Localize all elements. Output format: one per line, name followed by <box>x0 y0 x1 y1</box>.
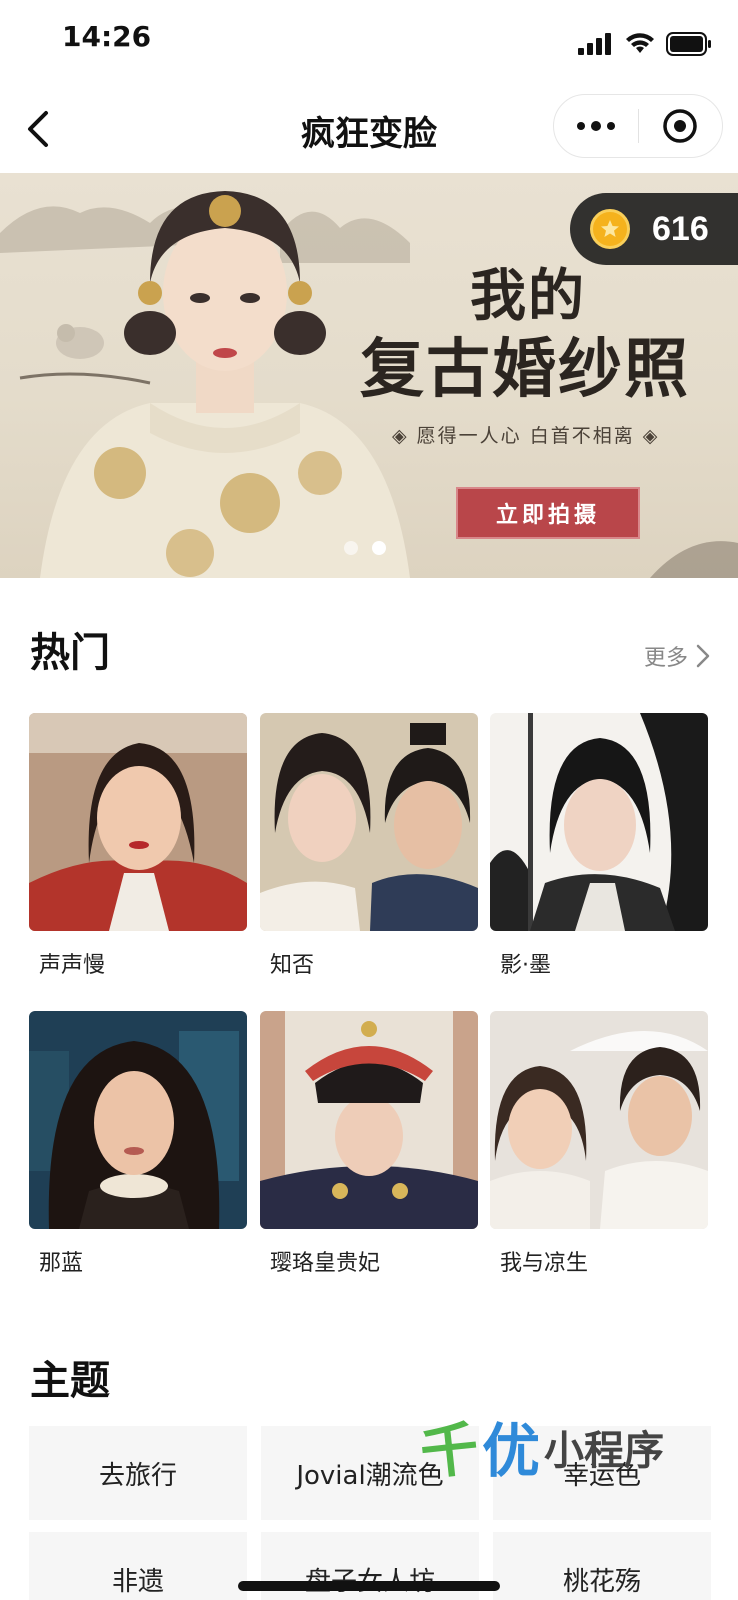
card-label: 知否 <box>270 953 315 978</box>
hot-section-title: 热门 <box>30 630 110 676</box>
theme-item[interactable]: 去旅行 <box>29 1426 247 1520</box>
hot-card[interactable]: 知否 <box>260 713 478 979</box>
hot-card[interactable]: 影·墨 <box>490 713 708 979</box>
coin-count: 616 <box>652 209 709 248</box>
card-label: 璎珞皇贵妃 <box>270 1251 381 1276</box>
wifi-icon <box>626 33 654 53</box>
carousel-dot-active[interactable] <box>372 541 386 555</box>
card-thumbnail <box>490 713 708 931</box>
card-thumbnail <box>260 1011 478 1229</box>
status-icons <box>578 30 712 58</box>
banner-title: 我的 复古婚纱照 <box>360 259 720 407</box>
card-thumbnail <box>29 1011 247 1229</box>
card-thumbnail <box>490 1011 708 1229</box>
hot-card[interactable]: 声声慢 <box>29 713 247 979</box>
promo-banner[interactable]: 我的 复古婚纱照 ◈ 愿得一人心 白首不相离 ◈ 立即拍摄 616 <box>0 173 738 578</box>
card-label: 声声慢 <box>39 953 106 978</box>
card-thumbnail <box>260 713 478 931</box>
coin-balance-badge[interactable]: 616 <box>570 193 738 265</box>
chevron-right-icon <box>696 644 710 668</box>
banner-title-line2: 复古婚纱照 <box>360 332 690 407</box>
status-bar: 14:26 <box>0 0 738 84</box>
star-icon <box>601 220 619 237</box>
home-indicator <box>238 1581 500 1591</box>
theme-section-title: 主题 <box>30 1358 110 1404</box>
close-mini-program-button[interactable] <box>639 94 722 158</box>
theme-item[interactable]: Jovial潮流色 <box>261 1426 479 1520</box>
target-icon <box>663 109 698 143</box>
more-options-button[interactable] <box>554 94 638 158</box>
banner-subtitle: ◈ 愿得一人心 白首不相离 ◈ <box>392 425 660 447</box>
signal-icon <box>578 33 611 55</box>
more-link[interactable]: 更多 <box>644 640 710 672</box>
shoot-now-button[interactable]: 立即拍摄 <box>456 487 640 539</box>
hot-card[interactable]: 璎珞皇贵妃 <box>260 1011 478 1277</box>
theme-item[interactable]: 非遗 <box>29 1532 247 1600</box>
more-link-label: 更多 <box>643 646 688 671</box>
battery-icon <box>666 32 711 56</box>
banner-title-line1: 我的 <box>470 263 586 329</box>
hot-card[interactable]: 我与凉生 <box>490 1011 708 1277</box>
card-thumbnail <box>29 713 247 931</box>
nav-bar: 疯狂变脸 <box>0 84 738 172</box>
mini-program-capsule <box>553 94 723 158</box>
theme-item[interactable]: 幸运色 <box>493 1426 711 1520</box>
carousel-dots <box>344 541 386 555</box>
card-label: 那蓝 <box>39 1251 84 1276</box>
carousel-dot[interactable] <box>344 541 358 555</box>
status-time: 14:26 <box>62 20 152 53</box>
theme-item[interactable]: 桃花殇 <box>493 1532 711 1600</box>
dot-icon <box>607 122 615 130</box>
card-label: 影·墨 <box>500 953 551 978</box>
dot-icon <box>577 122 585 130</box>
hot-card[interactable]: 那蓝 <box>29 1011 247 1277</box>
coin-icon <box>590 209 630 249</box>
card-label: 我与凉生 <box>500 1251 589 1276</box>
dot-icon <box>591 121 601 131</box>
